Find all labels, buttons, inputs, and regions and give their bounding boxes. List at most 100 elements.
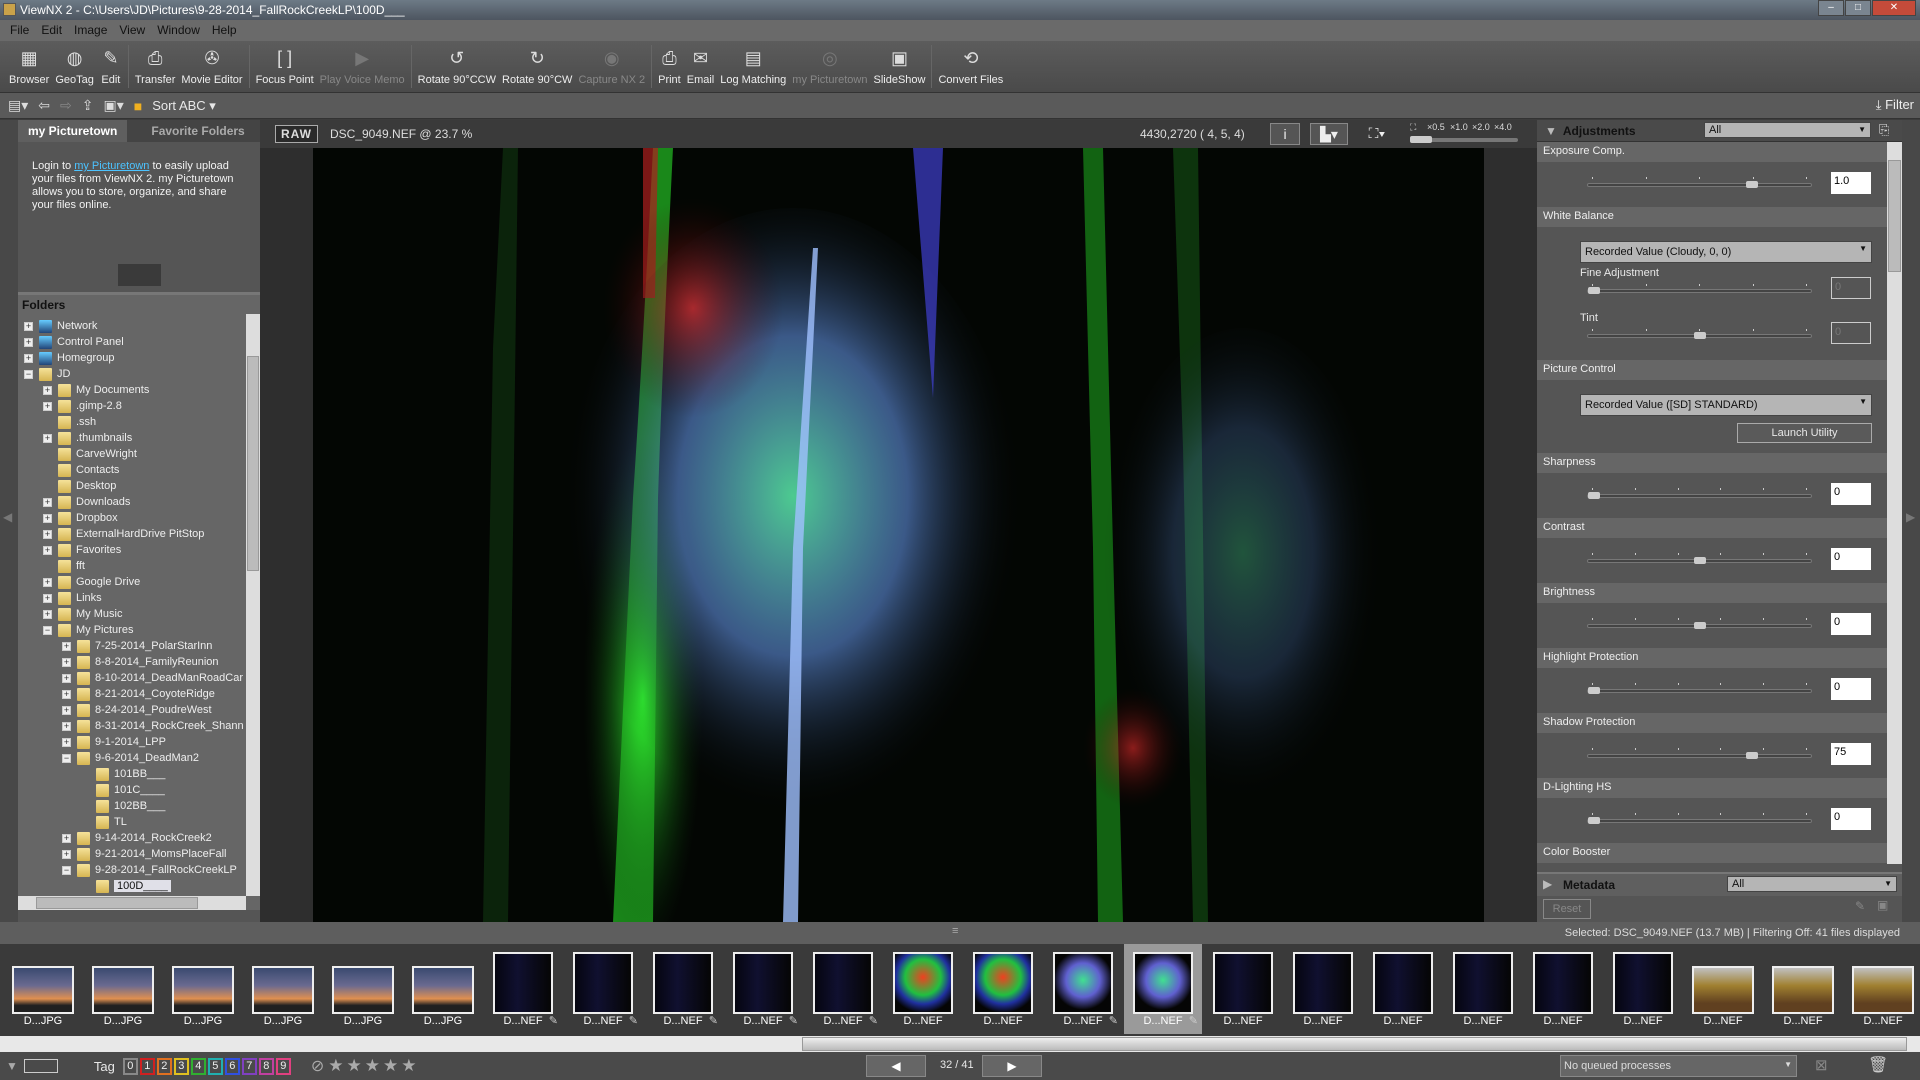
expand-icon[interactable]: + [24,353,33,363]
tree-horizontal-scrollbar[interactable] [18,896,246,910]
zoom-0.5[interactable]: ×0.5 [1427,122,1445,132]
folder-item[interactable]: + Google Drive [43,574,140,590]
focus-point-button[interactable]: [ ] Focus Point [253,41,317,92]
shadow-protection-slider[interactable] [1587,752,1812,759]
white-balance-select[interactable]: Recorded Value (Cloudy, 0, 0) [1580,241,1872,263]
folder-item[interactable]: + Control Panel [24,334,124,350]
tag-0[interactable]: 0 [122,1057,138,1075]
menu-image[interactable]: Image [70,20,115,41]
collapse-icon[interactable]: − [24,369,33,379]
folder-item[interactable]: +8-10-2014_DeadManRoadCar [62,670,243,686]
filmstrip-view-icon[interactable] [23,1059,58,1073]
star-icon[interactable]: ★ [401,1056,416,1076]
thumbnail[interactable]: D...NEF ✎ [644,944,722,1034]
edit-save-icon[interactable]: ✎ [1855,899,1865,913]
expand-icon[interactable]: + [43,513,52,523]
convert-files-button[interactable]: ⟲ Convert Files [935,41,1006,92]
thumbnail[interactable]: D...JPG [84,944,162,1034]
queue-select[interactable]: No queued processes ▼ [1560,1055,1797,1077]
d-lighting-hs-value[interactable]: 0 [1831,808,1871,830]
tag-7[interactable]: 7 [241,1057,257,1075]
filmstrip-scrollbar[interactable] [0,1036,1920,1052]
zoom-slider[interactable] [1410,136,1518,143]
log-matching-button[interactable]: ▤ Log Matching [717,41,789,92]
expand-icon[interactable]: + [43,385,52,395]
view-mode-icon[interactable]: ▤▾ [8,97,28,114]
email-button[interactable]: ✉ Email [684,41,718,92]
fine-adjustment-slider[interactable] [1587,287,1812,294]
histogram-button[interactable]: ▙▾ [1310,123,1348,145]
thumbnail[interactable]: D...NEF ✎ [1044,944,1122,1034]
fit-icon[interactable]: ⛶ [1410,122,1416,133]
zoom-2.0[interactable]: ×2.0 [1472,122,1490,132]
expand-icon[interactable]: + [43,497,52,507]
expand-icon[interactable]: + [43,545,52,555]
folder-item[interactable]: +7-25-2014_PolarStarInn [62,638,212,654]
edit-button[interactable]: ✎ Edit [97,41,125,92]
folder-item[interactable]: +9-14-2014_RockCreek2 [62,830,212,846]
resize-handle-icon[interactable]: ≡ [952,925,958,937]
folder-item[interactable]: + Favorites [43,542,121,558]
tab-my-picturetown[interactable]: my Picturetown [18,120,128,142]
folder-icon[interactable]: ■ [134,98,142,114]
minimize-button[interactable]: – [1818,0,1844,16]
folder-item[interactable]: + Dropbox [43,510,118,526]
adjustments-filter-select[interactable]: All [1704,122,1871,138]
tree-vertical-scrollbar[interactable] [246,314,260,896]
expand-icon[interactable]: + [62,849,71,859]
folder-item[interactable]: 100D____ [81,878,171,894]
left-collapse-strip[interactable]: ◀ [0,120,18,922]
folder-item[interactable]: + .gimp-2.8 [43,398,122,414]
folder-item[interactable]: + My Music [43,606,122,622]
tag-3[interactable]: 3 [173,1057,189,1075]
folder-item[interactable]: 101BB___ [81,766,165,782]
reset-button[interactable]: Reset [1543,899,1591,919]
folder-item[interactable]: + Network [24,318,97,334]
expand-icon[interactable]: + [24,321,33,331]
shadow-protection-value[interactable]: 75 [1831,743,1871,765]
info-button[interactable]: i [1270,123,1300,145]
collapse-icon[interactable]: − [62,753,71,763]
collapse-filmstrip-icon[interactable]: ▼ [6,1059,18,1073]
folder-item[interactable]: + Homegroup [24,350,114,366]
thumbnail[interactable]: D...NEF ✎ [804,944,882,1034]
geotag-button[interactable]: ◍ GeoTag [52,41,97,92]
folder-item[interactable]: CarveWright [43,446,137,462]
thumbnail[interactable]: D...NEF [1204,944,1282,1034]
slider-knob[interactable] [1588,687,1600,694]
slider-knob[interactable] [1588,817,1600,824]
folder-item[interactable]: + .thumbnails [43,430,132,446]
star-icon[interactable]: ★ [365,1056,380,1076]
thumbnail[interactable]: D...NEF ✎ [1124,944,1202,1034]
folder-item[interactable]: Contacts [43,462,119,478]
thumbnail[interactable]: D...NEF [1764,944,1842,1034]
expand-icon[interactable]: + [62,641,71,651]
slideshow-button[interactable]: ▣ SlideShow [871,41,929,92]
sharpness-slider[interactable] [1587,492,1812,499]
folder-item[interactable]: − 9-28-2014_FallRockCreekLP [62,862,237,878]
folder-item[interactable]: +8-31-2014_RockCreek_Shann [62,718,244,734]
forward-arrow-icon[interactable]: ⇨ [60,97,72,114]
folder-item[interactable]: Desktop [43,478,116,494]
contrast-value[interactable]: 0 [1831,548,1871,570]
back-arrow-icon[interactable]: ⇦ [38,97,50,114]
highlight-protection-slider[interactable] [1587,687,1812,694]
thumbnail[interactable]: D...NEF [884,944,962,1034]
zoom-4.0[interactable]: ×4.0 [1494,122,1512,132]
star-icon[interactable]: ★ [328,1056,343,1076]
tag-1[interactable]: 1 [139,1057,155,1075]
collapse-right-icon[interactable]: ▶ [1906,510,1915,524]
save-icon[interactable]: ▣ [1877,898,1888,912]
folder-item[interactable]: − JD [24,366,70,382]
tag-6[interactable]: 6 [224,1057,240,1075]
zoom-1.0[interactable]: ×1.0 [1450,122,1468,132]
tag-2[interactable]: 2 [156,1057,172,1075]
thumbnail[interactable]: D...JPG [164,944,242,1034]
thumbnail[interactable]: D...NEF [1444,944,1522,1034]
expand-icon[interactable]: + [62,657,71,667]
right-collapse-strip[interactable]: ▶ [1902,120,1920,922]
maximize-button[interactable]: □ [1845,0,1871,16]
thumbnail[interactable]: D...NEF [1604,944,1682,1034]
thumbnail[interactable]: D...NEF [1844,944,1920,1034]
thumbnail[interactable]: D...NEF [1684,944,1762,1034]
